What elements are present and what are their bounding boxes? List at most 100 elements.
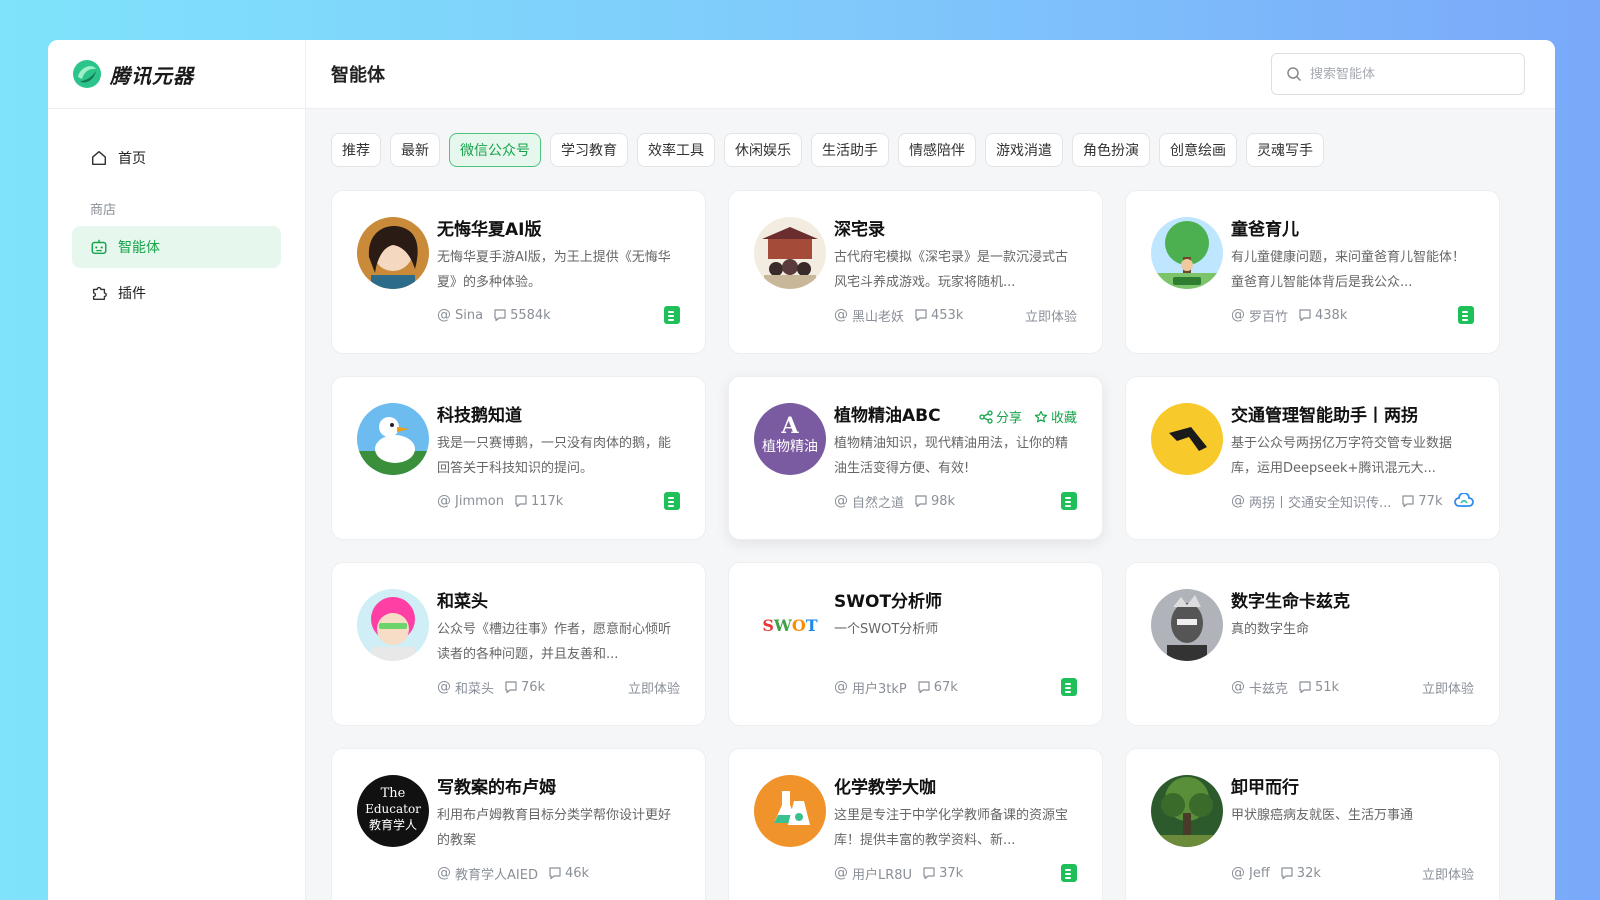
agent-description: 无悔华夏手游AI版，为王上提供《无悔华夏》的多种体验。: [437, 250, 671, 290]
agent-card-body: 数字生命卡兹克: [1231, 589, 1474, 615]
agent-card-desc-wrap: 一个SWOT分析师: [834, 615, 1077, 667]
card-badge: 立即体验: [1422, 678, 1474, 697]
card-badge: [1061, 492, 1077, 510]
brand[interactable]: 腾讯元器: [48, 40, 305, 109]
agent-title: 无悔华夏AI版: [437, 220, 542, 240]
usage-count-value: 77k: [1418, 493, 1443, 509]
agent-meta: @ 用户3tkP 67k: [834, 677, 1077, 697]
agent-card[interactable]: A 植物精油 植物精油ABC 植物精油知识，现代精油用法，让你的精油生活变得方便、…: [728, 376, 1103, 540]
agent-description: 一个SWOT分析师: [834, 622, 939, 637]
agent-card-desc-wrap: 公众号《槽边往事》作者，愿意耐心倾听读者的各种问题，并且友善和...: [437, 615, 680, 667]
agent-description: 公众号《槽边往事》作者，愿意耐心倾听读者的各种问题，并且友善和...: [437, 622, 672, 662]
card-badge: 立即体验: [628, 678, 680, 697]
agent-description: 有儿童健康问题，来问童爸育儿智能体！童爸育儿智能体背后是我公众...: [1231, 250, 1466, 290]
usage-count-value: 438k: [1315, 307, 1348, 323]
try-now-link[interactable]: 立即体验: [1422, 678, 1474, 697]
agent-title: 科技鹅知道: [437, 406, 522, 426]
agent-author: 用户LR8U: [852, 867, 913, 883]
tab-productivity[interactable]: 效率工具: [637, 133, 715, 167]
share-button[interactable]: 分享: [979, 407, 1022, 426]
agent-card-desc-wrap: 基于公众号两拐亿万字符交管专业数据库，运用Deepseek+腾讯混元大...: [1231, 429, 1474, 481]
tab-soul-writer[interactable]: 灵魂写手: [1246, 133, 1324, 167]
try-now-link[interactable]: 立即体验: [628, 678, 680, 697]
agent-card[interactable]: 深宅录 古代府宅模拟《深宅录》是一款沉浸式古风宅斗养成游戏。玩家将随机... @…: [728, 190, 1103, 354]
comment-icon: [549, 867, 561, 880]
try-now-link[interactable]: 立即体验: [1025, 306, 1077, 325]
agent-card[interactable]: 科技鹅知道 我是一只赛博鹅，一只没有肉体的鹅，能回答关于科技知识的提问。 @ J…: [331, 376, 706, 540]
robot-icon: [91, 239, 107, 255]
sidebar-item-agents[interactable]: 智能体: [72, 226, 281, 268]
agent-author: 卡兹克: [1249, 681, 1289, 697]
agent-card[interactable]: 童爸育儿 有儿童健康问题，来问童爸育儿智能体！童爸育儿智能体背后是我公众... …: [1125, 190, 1500, 354]
svg-text:The: The: [381, 786, 406, 801]
tab-roleplay[interactable]: 角色扮演: [1072, 133, 1150, 167]
at-icon: @: [834, 865, 848, 881]
agent-card-body: SWOT分析师: [834, 589, 1077, 615]
search-input[interactable]: [1310, 66, 1510, 82]
card-badge: [1061, 864, 1077, 882]
card-badge: [664, 492, 680, 510]
agent-title: 交通管理智能助手丨两拐: [1231, 406, 1418, 426]
agent-avatar: The Educator 教育学人: [357, 775, 429, 847]
at-icon: @: [1231, 679, 1245, 695]
agent-card[interactable]: 交通管理智能助手丨两拐 基于公众号两拐亿万字符交管专业数据库，运用Deepsee…: [1125, 376, 1500, 540]
agent-card[interactable]: The Educator 教育学人 写教案的布卢姆 利用布卢姆教育目标分类学帮你设计…: [331, 748, 706, 900]
tab-companion[interactable]: 情感陪伴: [898, 133, 976, 167]
tab-creative-drawing[interactable]: 创意绘画: [1159, 133, 1237, 167]
favorite-button[interactable]: 收藏: [1034, 407, 1077, 426]
card-badge: [1061, 678, 1077, 696]
agent-card-body: 化学教学大咖: [834, 775, 1077, 801]
agent-card-body: 交通管理智能助手丨两拐: [1231, 403, 1474, 429]
usage-count-value: 46k: [564, 865, 590, 881]
agent-meta: @ 卡兹克 51k 立即体验: [1231, 677, 1474, 697]
tab-wechat-official[interactable]: 微信公众号: [449, 133, 541, 167]
search-box[interactable]: [1271, 53, 1525, 95]
agent-meta: @ 教育学人AIED 46k: [437, 863, 680, 883]
at-icon: @: [1231, 307, 1245, 323]
agent-meta: @ Jeff 32k 立即体验: [1231, 863, 1474, 883]
agent-description: 真的数字生命: [1231, 622, 1310, 637]
try-now-link[interactable]: 立即体验: [1422, 864, 1474, 883]
usage-count: 76k: [504, 680, 545, 695]
usage-count-value: 98k: [931, 493, 956, 509]
comment-icon: [915, 495, 927, 508]
agent-card[interactable]: 数字生命卡兹克 真的数字生命 @ 卡兹克 51k 立即体验: [1125, 562, 1500, 726]
agent-card-body: 童爸育儿: [1231, 217, 1474, 243]
agent-card[interactable]: 无悔华夏AI版 无悔华夏手游AI版，为王上提供《无悔华夏》的多种体验。 @ Si…: [331, 190, 706, 354]
agent-avatar: [357, 589, 429, 661]
tab-latest[interactable]: 最新: [390, 133, 440, 167]
agent-author: 自然之道: [852, 495, 905, 511]
sidebar-item-home[interactable]: 首页: [72, 137, 281, 179]
usage-count-value: 5584k: [510, 307, 551, 323]
agent-card[interactable]: 卸甲而行 甲状腺癌病友就医、生活万事通 @ Jeff 32k 立即体验: [1125, 748, 1500, 900]
sidebar-item-plugins[interactable]: 插件: [72, 272, 281, 314]
svg-text:Educator: Educator: [365, 802, 421, 816]
card-actions: 分享 收藏: [979, 407, 1077, 426]
usage-count-value: 67k: [933, 679, 958, 695]
tab-leisure[interactable]: 休闲娱乐: [724, 133, 802, 167]
agent-card-desc-wrap: 无悔华夏手游AI版，为王上提供《无悔华夏》的多种体验。: [437, 243, 680, 295]
at-icon: @: [834, 679, 848, 695]
tab-games[interactable]: 游戏消遣: [985, 133, 1063, 167]
card-badge: [664, 306, 680, 324]
agent-author: Sina: [455, 307, 484, 323]
tab-learning[interactable]: 学习教育: [550, 133, 628, 167]
sidebar-nav: 首页 商店 智能体 插件: [48, 109, 305, 314]
agent-grid: 无悔华夏AI版 无悔华夏手游AI版，为王上提供《无悔华夏》的多种体验。 @ Si…: [331, 190, 1500, 900]
comment-icon: [1402, 495, 1415, 508]
svg-text:植物精油: 植物精油: [762, 439, 818, 455]
usage-count-value: 32k: [1296, 865, 1321, 881]
agent-card[interactable]: 化学教学大咖 这里是专注于中学化学教师备课的资源宝库！提供丰富的教学资料、新..…: [728, 748, 1103, 900]
usage-count-value: 453k: [931, 307, 964, 323]
tab-recommend[interactable]: 推荐: [331, 133, 381, 167]
tab-life-assistant[interactable]: 生活助手: [811, 133, 889, 167]
agent-author: 罗百竹: [1249, 309, 1289, 325]
comment-icon: [918, 681, 930, 694]
wechat-article-icon: [1061, 678, 1077, 696]
agent-title: 植物精油ABC: [834, 406, 941, 426]
agent-card[interactable]: SWOT SWOT分析师 一个SWOT分析师 @ 用户3tkP 67k: [728, 562, 1103, 726]
agent-card[interactable]: 和菜头 公众号《槽边往事》作者，愿意耐心倾听读者的各种问题，并且友善和... @…: [331, 562, 706, 726]
agent-avatar: A 植物精油: [754, 403, 826, 475]
agent-description: 这里是专注于中学化学教师备课的资源宝库！提供丰富的教学资料、新...: [834, 808, 1069, 848]
agent-avatar: SWOT: [754, 589, 826, 661]
